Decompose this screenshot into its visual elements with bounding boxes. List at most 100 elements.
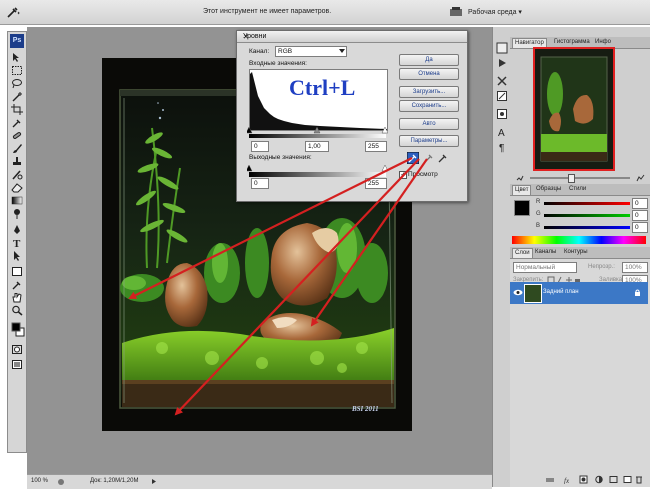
photo-watermark: BSI 2011 xyxy=(352,405,379,413)
clone-source-icon[interactable] xyxy=(496,108,508,120)
eraser-icon[interactable] xyxy=(11,182,23,193)
output-black-field[interactable]: 0 xyxy=(251,178,269,189)
toolbox: Ps T xyxy=(7,31,27,453)
tab-channels[interactable]: Каналы xyxy=(533,248,558,257)
black-point-eyedropper-icon[interactable] xyxy=(407,152,419,164)
eyedropper-icon[interactable] xyxy=(6,5,20,19)
output-sliders[interactable] xyxy=(247,165,388,172)
workspace-menu[interactable]: Рабочая среда ▾ xyxy=(468,8,522,16)
close-icon[interactable]: ✕ xyxy=(243,33,463,41)
options-button[interactable]: Параметры... xyxy=(399,135,459,147)
auto-button[interactable]: Авто xyxy=(399,118,459,130)
brushes-icon[interactable] xyxy=(496,90,508,102)
move-icon[interactable] xyxy=(11,52,23,63)
navigator-preview[interactable] xyxy=(533,47,615,171)
status-menu-icon[interactable] xyxy=(57,478,65,486)
layer-row-background[interactable]: Задний план xyxy=(510,282,648,304)
shortcut-overlay-text: Ctrl+L xyxy=(289,75,356,100)
tab-styles[interactable]: Стили xyxy=(567,185,588,194)
preview-label: Просмотр xyxy=(408,171,438,178)
g-label: G xyxy=(536,211,541,217)
b-label: B xyxy=(536,223,541,229)
color-tabs: Цвет Образцы Стили xyxy=(510,184,650,196)
preview-checkbox[interactable]: ✓ xyxy=(399,171,407,179)
color-swatches-icon[interactable] xyxy=(11,321,25,337)
channel-select[interactable]: RGB xyxy=(275,46,347,57)
tab-color[interactable]: Цвет xyxy=(512,185,532,195)
cancel-button[interactable]: Отмена xyxy=(399,68,459,80)
input-white-field[interactable]: 255 xyxy=(365,141,387,152)
tab-layers[interactable]: Слои xyxy=(512,248,533,258)
layer-name[interactable]: Задний план xyxy=(543,289,579,295)
r-value-field[interactable]: 0 xyxy=(632,198,648,209)
healing-icon[interactable] xyxy=(11,130,23,141)
tool-options-hint: Этот инструмент не имеет параметров. xyxy=(203,8,332,15)
levels-dialog: Уровни ✕ Канал: RGB Входные значения: Ct… xyxy=(236,30,468,202)
path-select-icon[interactable] xyxy=(11,250,23,261)
gradient-icon[interactable] xyxy=(11,195,23,206)
quick-mask-icon[interactable] xyxy=(11,344,23,355)
magic-wand-icon[interactable] xyxy=(11,91,23,102)
input-gradient-bar xyxy=(249,134,386,138)
status-bar: 100 % Док: 1,20M/1,20M xyxy=(27,474,492,489)
gray-point-eyedropper-icon[interactable] xyxy=(423,152,435,164)
paragraph-icon[interactable]: ¶ xyxy=(496,141,508,153)
crop-icon[interactable] xyxy=(11,104,23,115)
panel-icon-strip: A ¶ xyxy=(492,27,511,487)
eye-icon[interactable] xyxy=(513,288,523,297)
panel-dock-icon[interactable] xyxy=(496,42,508,54)
lasso-icon[interactable] xyxy=(11,78,23,89)
status-arrow-icon[interactable] xyxy=(151,478,157,485)
layer-thumbnail xyxy=(524,284,542,303)
shape-icon[interactable] xyxy=(11,266,23,277)
type-icon[interactable]: T xyxy=(11,237,23,248)
ps-logo[interactable]: Ps xyxy=(10,34,24,48)
input-gamma-field[interactable]: 1,00 xyxy=(305,141,329,152)
tools-preset-icon[interactable] xyxy=(496,75,508,87)
zoom-out-icon[interactable] xyxy=(516,174,524,182)
notes-icon[interactable] xyxy=(11,279,23,290)
brush-icon[interactable] xyxy=(11,143,23,154)
zoom-in-icon[interactable] xyxy=(636,174,645,182)
load-button[interactable]: Загрузить... xyxy=(399,86,459,98)
zoom-slider-thumb[interactable] xyxy=(568,174,575,183)
foreground-color-swatch[interactable] xyxy=(514,200,530,216)
opacity-field[interactable]: 100% xyxy=(622,262,648,273)
actions-icon[interactable] xyxy=(496,57,508,69)
output-levels-label: Выходные значения: xyxy=(249,154,312,161)
white-point-eyedropper-icon[interactable] xyxy=(437,152,449,164)
ok-button[interactable]: Да xyxy=(399,54,459,66)
chevron-down-icon[interactable] xyxy=(339,49,345,54)
character-icon[interactable]: A xyxy=(496,126,508,138)
dodge-icon[interactable] xyxy=(11,208,23,219)
g-value-field[interactable]: 0 xyxy=(632,210,648,221)
tab-info[interactable]: Инфо xyxy=(593,38,613,47)
tab-histogram[interactable]: Гистограмма xyxy=(552,38,592,47)
b-slider[interactable] xyxy=(544,226,630,229)
marquee-icon[interactable] xyxy=(11,65,23,76)
input-sliders[interactable] xyxy=(247,127,388,134)
g-slider[interactable] xyxy=(544,214,630,217)
save-button[interactable]: Сохранить... xyxy=(399,100,459,112)
stamp-icon[interactable] xyxy=(11,156,23,167)
workspace-icon[interactable] xyxy=(449,6,463,17)
zoom-icon[interactable] xyxy=(11,305,23,316)
layer-bottom-icons[interactable]: fx xyxy=(544,475,644,484)
blend-mode-select[interactable]: Нормальный xyxy=(513,262,577,273)
zoom-slider[interactable] xyxy=(530,177,630,179)
history-brush-icon[interactable] xyxy=(11,169,23,180)
hand-icon[interactable] xyxy=(11,292,23,303)
b-value-field[interactable]: 0 xyxy=(632,222,648,233)
color-spectrum-bar[interactable] xyxy=(512,236,646,244)
eyedropper-icon[interactable] xyxy=(11,117,23,128)
pen-icon[interactable] xyxy=(11,224,23,235)
r-slider[interactable] xyxy=(544,202,630,205)
screen-mode-icon[interactable] xyxy=(11,359,23,370)
svg-text:A: A xyxy=(498,128,505,138)
zoom-level[interactable]: 100 % xyxy=(31,478,48,484)
tab-swatches[interactable]: Образцы xyxy=(534,185,563,194)
output-white-field[interactable]: 255 xyxy=(365,178,387,189)
input-black-field[interactable]: 0 xyxy=(251,141,269,152)
tab-paths[interactable]: Контуры xyxy=(562,248,590,257)
dialog-title-bar[interactable]: Уровни ✕ xyxy=(237,31,467,43)
